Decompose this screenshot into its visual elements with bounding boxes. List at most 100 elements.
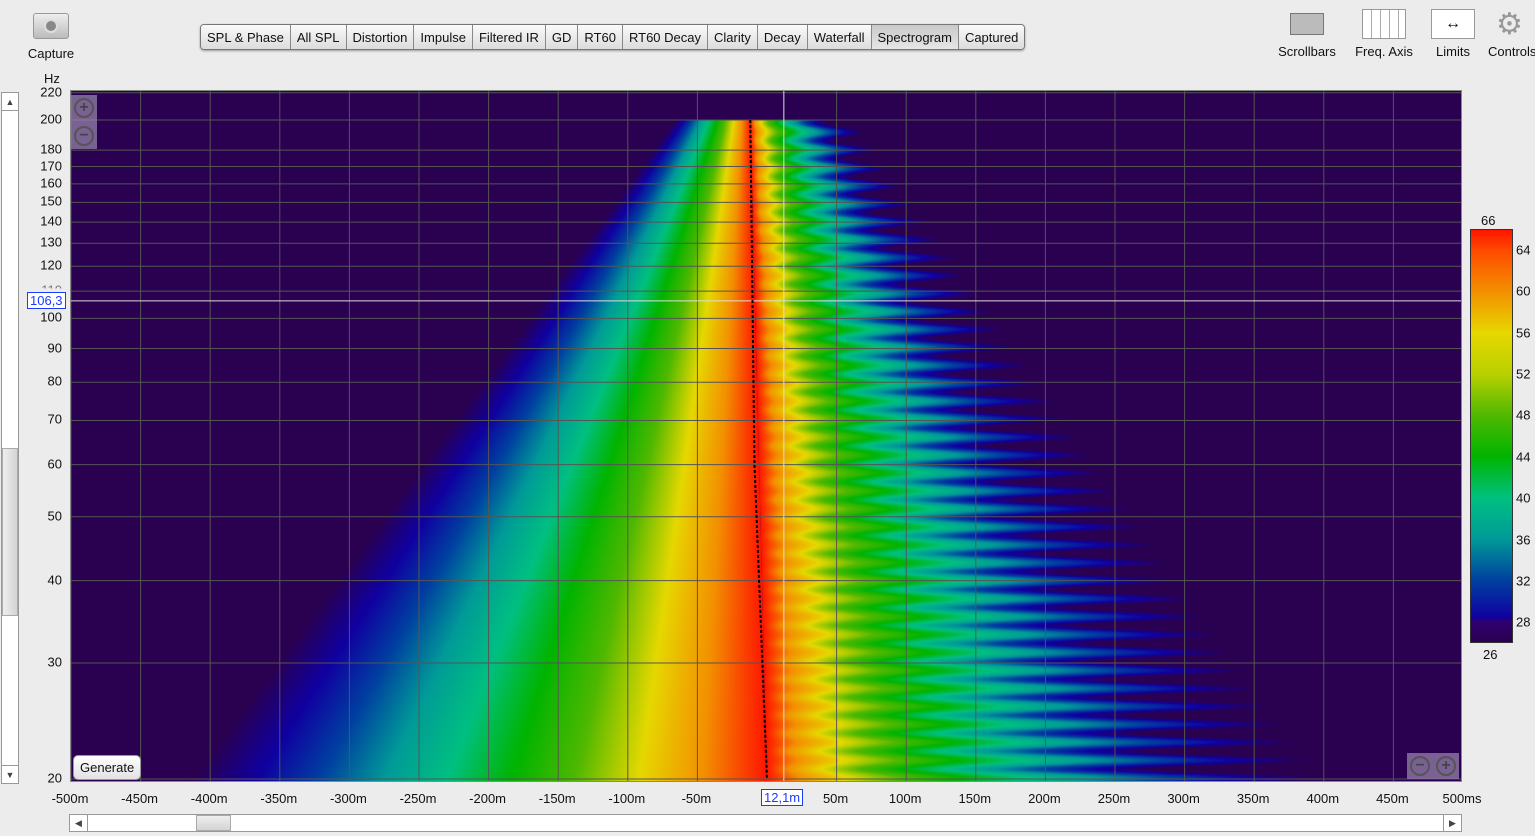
x-tick-label: -400m — [190, 791, 228, 806]
tab-gd[interactable]: GD — [545, 25, 579, 49]
x-tick-label: -100m — [608, 791, 646, 806]
colorbar-tick-label: 36 — [1516, 532, 1531, 547]
colorbar-tick-label: 28 — [1516, 614, 1531, 630]
tab-spl-phase[interactable]: SPL & Phase — [201, 25, 291, 49]
y-tick-label: 130 — [40, 234, 62, 250]
y-tick-label: 90 — [47, 340, 62, 356]
x-tick-label: 400m — [1306, 791, 1340, 806]
y-tick-label: 160 — [40, 175, 62, 191]
y-tick-label: 120 — [40, 257, 62, 273]
scroll-down-arrow-icon[interactable]: ▼ — [2, 765, 18, 783]
tab-impulse[interactable]: Impulse — [414, 25, 473, 49]
colorbar-tick-label: 60 — [1516, 283, 1531, 299]
limits-button[interactable]: ↔ Limits — [1428, 8, 1478, 59]
y-tick-label: 100 — [40, 309, 62, 325]
y-tick-label: 150 — [40, 193, 62, 209]
limits-arrows-icon: ↔ — [1428, 8, 1478, 40]
zoom-in-icon[interactable]: + — [1436, 756, 1456, 776]
x-tick-label: 100m — [888, 791, 922, 806]
y-tick-label: 30 — [47, 654, 62, 670]
x-tick-label: 150m — [958, 791, 992, 806]
graph-tabs: SPL & Phase All SPL Distortion Impulse Filte… — [200, 24, 1026, 50]
scrollbars-label: Scrollbars — [1278, 44, 1336, 59]
y-tick-label: 40 — [47, 572, 62, 588]
x-tick-label: -300m — [329, 791, 367, 806]
freq-axis-icon — [1350, 8, 1418, 40]
scroll-up-arrow-icon[interactable]: ▲ — [2, 93, 18, 111]
tab-all-spl[interactable]: All SPL — [290, 25, 347, 49]
tab-rt60[interactable]: RT60 — [578, 25, 623, 49]
controls-label: Controls — [1488, 44, 1535, 59]
limits-label: Limits — [1436, 44, 1470, 59]
colorbar-min: 26 — [1483, 647, 1498, 662]
colorbar — [1470, 229, 1513, 643]
colorbar-tick-label: 44 — [1516, 449, 1531, 465]
tab-distortion[interactable]: Distortion — [346, 25, 415, 49]
colorbar-max: 66 — [1481, 213, 1496, 228]
x-tick-label: 450m — [1376, 791, 1409, 806]
x-tick-label: 250m — [1097, 791, 1131, 806]
y-tick-label: 200 — [40, 111, 62, 127]
y-tick-label: 170 — [40, 158, 62, 173]
zoom-out-icon[interactable]: − — [74, 126, 94, 146]
x-tick-label: -250m — [399, 791, 437, 806]
camera-icon — [22, 10, 80, 42]
cursor-frequency-readout: 106,3 — [27, 292, 66, 309]
vertical-zoom-controls: + − — [71, 95, 97, 149]
horizontal-zoom-controls: − + — [1407, 753, 1459, 779]
plot-grid — [71, 91, 1461, 781]
colorbar-tick-label: 48 — [1516, 407, 1531, 423]
y-tick-label: 70 — [47, 411, 62, 427]
y-tick-label: 20 — [47, 770, 62, 786]
y-tick-label: 220 — [40, 84, 62, 100]
vertical-scroll-thumb[interactable] — [2, 448, 18, 616]
colorbar-tick-label: 64 — [1516, 242, 1531, 258]
y-tick-label: 50 — [47, 508, 62, 524]
y-tick-label: 180 — [40, 141, 62, 157]
x-tick-label: 350m — [1236, 791, 1270, 806]
scroll-left-arrow-icon[interactable]: ◀ — [70, 815, 88, 831]
vertical-scrollbar[interactable]: ▲ ▼ — [1, 92, 19, 784]
gear-icon: ⚙ — [1496, 7, 1523, 41]
scrollbars-button[interactable]: Scrollbars — [1272, 8, 1342, 59]
generate-button[interactable]: Generate — [73, 755, 142, 780]
colorbar-tick-label: 56 — [1516, 325, 1531, 340]
tab-captured[interactable]: Captured — [958, 25, 1025, 49]
tab-waterfall[interactable]: Waterfall — [807, 25, 872, 49]
scrollbars-icon — [1272, 8, 1342, 40]
scroll-right-arrow-icon[interactable]: ▶ — [1443, 815, 1461, 831]
colorbar-tick-label: 40 — [1516, 490, 1531, 506]
colorbar-tick-label: 52 — [1516, 366, 1531, 382]
x-tick-label: -150m — [538, 791, 576, 806]
capture-label: Capture — [27, 46, 75, 61]
capture-button[interactable]: Capture — [22, 10, 80, 61]
horizontal-scroll-thumb[interactable] — [196, 815, 231, 831]
tab-rt60-decay[interactable]: RT60 Decay — [622, 25, 708, 49]
tab-spectrogram[interactable]: Spectrogram — [871, 25, 959, 49]
freq-axis-label: Freq. Axis — [1355, 44, 1413, 59]
y-tick-label: 140 — [40, 213, 62, 229]
controls-button[interactable]: ⚙ Controls — [1488, 7, 1535, 60]
zoom-in-icon[interactable]: + — [74, 98, 94, 118]
x-tick-label: -200m — [469, 791, 507, 806]
x-tick-label: -450m — [121, 791, 159, 806]
tab-filtered-ir[interactable]: Filtered IR — [472, 25, 546, 49]
peak-energy-trace — [749, 119, 768, 780]
y-tick-label: 80 — [47, 373, 62, 389]
freq-axis-button[interactable]: Freq. Axis — [1350, 8, 1418, 59]
x-tick-label: 200m — [1028, 791, 1061, 806]
cursor-time-readout: 12,1m — [761, 789, 804, 806]
horizontal-scrollbar[interactable]: ◀ ▶ — [69, 814, 1462, 832]
tab-clarity[interactable]: Clarity — [708, 25, 758, 49]
y-tick-label: 60 — [47, 456, 62, 472]
x-tick-label: 300m — [1167, 791, 1200, 806]
x-tick-label: -500m — [51, 791, 89, 806]
x-tick-label: 500ms — [1442, 791, 1482, 806]
spectrogram-plot[interactable]: + − − + Generate — [70, 90, 1462, 782]
colorbar-tick-label: 32 — [1516, 573, 1531, 589]
x-tick-label: -350m — [260, 791, 298, 806]
x-tick-label: 50m — [822, 791, 849, 806]
zoom-out-icon[interactable]: − — [1410, 756, 1430, 776]
tab-decay[interactable]: Decay — [757, 25, 808, 49]
x-tick-label: -50m — [681, 791, 712, 806]
